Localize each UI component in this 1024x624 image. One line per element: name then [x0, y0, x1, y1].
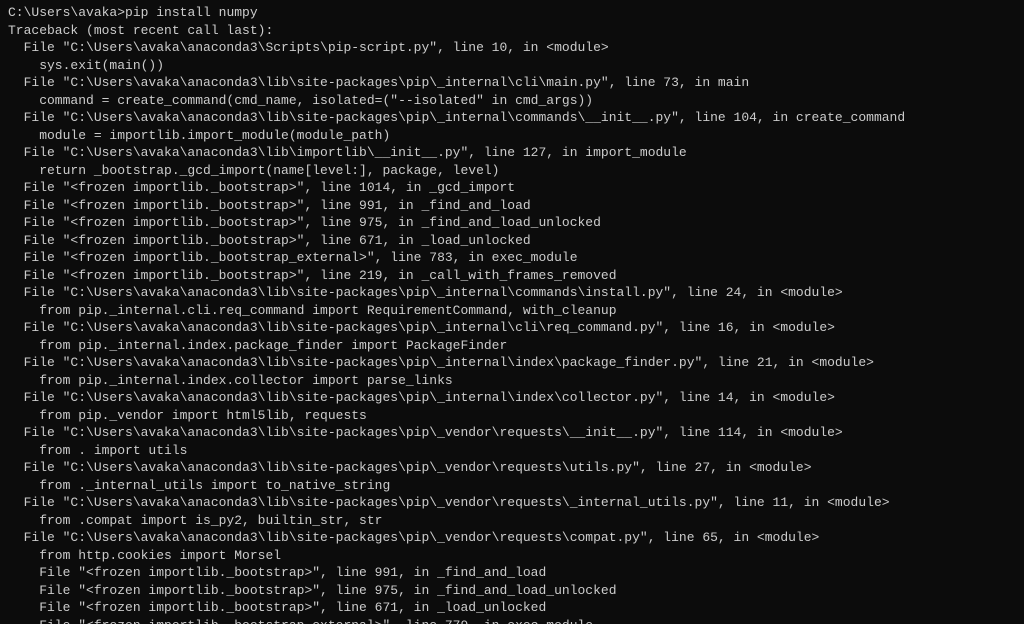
typed-command: pip install numpy	[125, 5, 258, 20]
traceback-header: Traceback (most recent call last):	[8, 23, 273, 38]
terminal-output[interactable]: C:\Users\avaka>pip install numpy Traceba…	[0, 0, 1024, 624]
command-line: C:\Users\avaka>pip install numpy	[8, 5, 258, 20]
prompt: C:\Users\avaka>	[8, 5, 125, 20]
traceback-frames: File "C:\Users\avaka\anaconda3\Scripts\p…	[8, 40, 905, 624]
